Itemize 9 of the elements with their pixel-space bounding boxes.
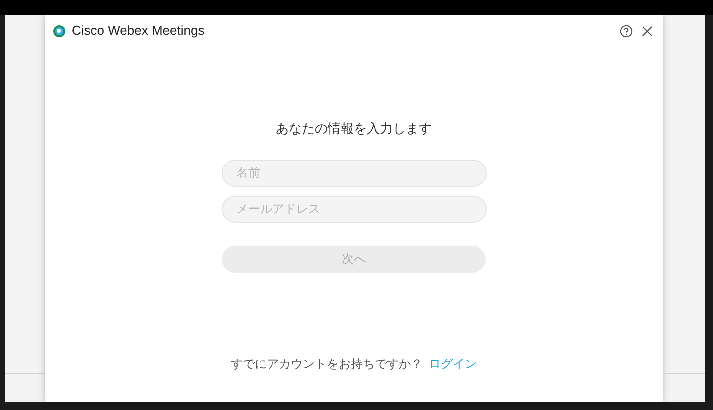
input-field[interactable]: メールアドレス [222, 196, 486, 222]
input-field[interactable]: 名前 [222, 160, 486, 186]
account-prompt: すでにアカウントをお持ちですか？ [231, 356, 423, 373]
app-logo-icon [53, 24, 66, 38]
form-heading: あなたの情報を入力します [276, 120, 432, 138]
login-link[interactable]: ログイン [429, 355, 477, 373]
window-title: Cisco Webex Meetings [72, 22, 205, 40]
close-button[interactable] [641, 25, 653, 37]
help-button[interactable] [619, 24, 633, 38]
